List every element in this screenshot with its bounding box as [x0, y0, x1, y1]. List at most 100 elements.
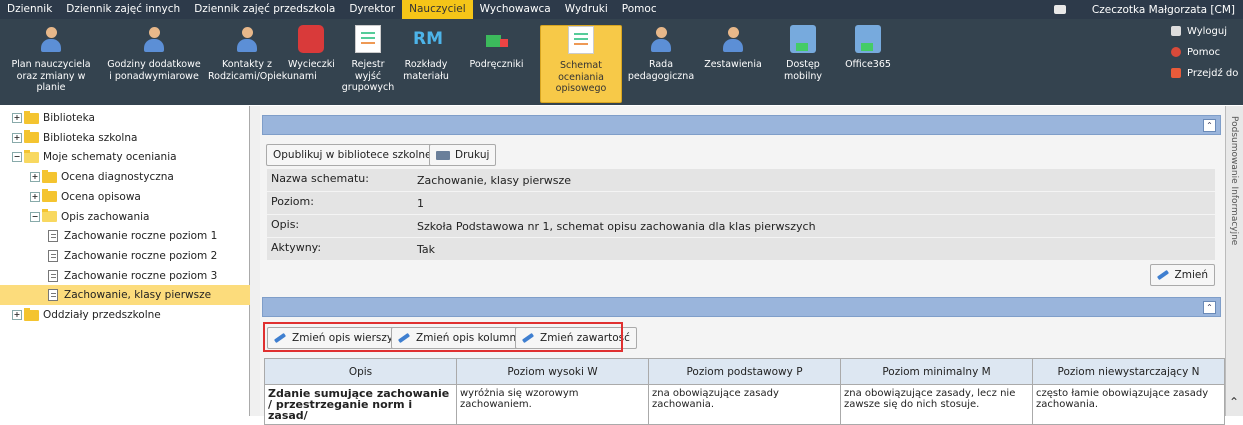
toolbar-button-label: Office365: [845, 59, 891, 70]
matrix-header-row: Opis Poziom wysoki W Poziom podstawowy P Po…: [264, 358, 1225, 385]
toolbar-button-4[interactable]: Rejestr wyjść grupowych: [338, 25, 398, 103]
toolbar-button-1[interactable]: Godziny dodatkowe i ponadwymiarowe: [104, 25, 204, 103]
publish-button[interactable]: Opublikuj w bibliotece szkolnej: [266, 144, 442, 166]
document-icon: [48, 289, 58, 302]
scroll-up-icon[interactable]: ⌃: [1227, 395, 1241, 409]
tree-node-label: Oddziały przedszkolne: [43, 309, 161, 321]
council-icon: [648, 25, 674, 53]
evaluation-matrix: Opis Poziom wysoki W Poziom podstawowy P Po…: [264, 358, 1225, 425]
tree-node[interactable]: + Biblioteka: [12, 108, 95, 128]
tree-node-label: Zachowanie roczne poziom 2: [64, 249, 218, 262]
tree-node[interactable]: Zachowanie roczne poziom 2: [48, 246, 217, 266]
user-name[interactable]: Czeczotka Małgorzata [CM]: [1092, 4, 1235, 16]
tree-node[interactable]: − Opis zachowania: [30, 207, 149, 227]
help-icon: [1171, 47, 1181, 57]
toolbar-button-2[interactable]: Kontakty z Rodzicami/Opiekunami: [206, 25, 317, 103]
toolbar-button-6[interactable]: Podręczniki: [455, 25, 538, 103]
toolbar-button-label: Podręczniki: [469, 59, 524, 70]
expand-node-icon[interactable]: +: [12, 113, 22, 123]
toolbar-button-0[interactable]: Plan nauczyciela oraz zmiany w planie: [0, 25, 102, 103]
statements-icon: [720, 25, 746, 53]
printer-icon: [436, 150, 450, 160]
matrix-cell[interactable]: zna obowiązujące zasady zachowania.: [648, 384, 841, 425]
tree-node[interactable]: + Ocena opisowa: [30, 187, 141, 207]
menu-item-5[interactable]: Wychowawca: [473, 0, 558, 19]
folder-icon: [24, 130, 39, 144]
extra-hours-icon: [141, 25, 167, 53]
toolbar-button-10[interactable]: Dostęp mobilny: [770, 25, 836, 103]
tree-node[interactable]: + Oddziały przedszkolne: [12, 305, 161, 325]
document-icon: [48, 249, 58, 262]
ribbon-toolbar: Plan nauczyciela oraz zmiany w planie God…: [0, 19, 1243, 105]
toolbar-button-label: Rejestr wyjść grupowych: [341, 59, 395, 93]
folder-icon: [24, 307, 39, 321]
mobile-icon: [790, 25, 816, 53]
expand-node-icon[interactable]: +: [30, 191, 40, 202]
expand-node-icon[interactable]: +: [12, 132, 22, 143]
tree-node[interactable]: − Moje schematy oceniania: [12, 147, 177, 167]
tree-node-label: Moje schematy oceniania: [43, 151, 177, 164]
help-button[interactable]: Pomoc: [1153, 43, 1243, 61]
evaluation-scheme-icon: [568, 26, 594, 54]
change-details-button[interactable]: Zmień: [1149, 264, 1215, 286]
toolbar-button-7[interactable]: Schemat oceniania opisowego: [540, 25, 622, 103]
matrix-cell[interactable]: Zdanie sumujące zachowanie / przestrzega…: [264, 384, 457, 425]
toolbar-button-label: Rozkłady materiału: [403, 59, 449, 82]
menu-item-6[interactable]: Wydruki: [558, 0, 615, 19]
backpack-icon: [298, 25, 324, 53]
menu-item-4[interactable]: Nauczyciel: [402, 0, 473, 19]
toolbar-button-3[interactable]: Wycieczki: [286, 25, 336, 103]
matrix-row: Zdanie sumujące zachowanie / przestrzega…: [264, 384, 1225, 425]
toolbar-button-5[interactable]: RM Rozkłady materiału: [400, 25, 452, 103]
toolbar-button-label: Godziny dodatkowe i ponadwymiarowe: [107, 59, 201, 82]
print-button[interactable]: Drukuj: [429, 144, 497, 166]
menu-item-7[interactable]: Pomoc: [615, 0, 664, 19]
message-icon[interactable]: [1053, 5, 1066, 14]
collapse-node-icon[interactable]: −: [30, 211, 40, 222]
logout-icon: [1171, 26, 1181, 36]
matrix-column-header: Poziom minimalny M: [840, 358, 1033, 385]
toolbar-button-11[interactable]: Office365: [838, 25, 898, 103]
folder-icon: [42, 209, 57, 222]
collapse-matrix-icon[interactable]: ⌃: [1203, 301, 1216, 314]
folder-icon: [24, 149, 39, 163]
group-exits-icon: [355, 25, 381, 53]
collapse-node-icon[interactable]: −: [12, 152, 22, 163]
folder-icon: [42, 169, 57, 183]
tree-node-label: Biblioteka szkolna: [43, 131, 138, 144]
menu-item-2[interactable]: Dziennik zajęć przedszkola: [187, 0, 342, 19]
matrix-cell[interactable]: zna obowiązujące zasady, lecz nie zawsze…: [840, 384, 1033, 425]
right-side-tab[interactable]: Podsumowanie Informacyjne: [1225, 106, 1243, 416]
tree-node[interactable]: Zachowanie, klasy pierwsze: [0, 285, 250, 306]
expand-node-icon[interactable]: +: [12, 310, 22, 320]
menu-item-1[interactable]: Dziennik zajęć innych: [59, 0, 187, 19]
matrix-panel-header: ⌃: [262, 297, 1221, 317]
matrix-cell[interactable]: wyróżnia się wzorowym zachowaniem.: [456, 384, 649, 425]
logout-button[interactable]: Wyloguj: [1153, 22, 1243, 40]
toolbar-button-8[interactable]: Rada pedagogiczna: [625, 25, 697, 103]
tree-node-label: Zachowanie roczne poziom 1: [64, 230, 218, 243]
menu-item-3[interactable]: Dyrektor: [342, 0, 402, 19]
toolbar-button-label: Rada pedagogiczna: [627, 59, 695, 82]
tree-node[interactable]: + Biblioteka szkolna: [12, 128, 137, 148]
splitter[interactable]: [250, 106, 260, 416]
toolbar-button-label: Kontakty z Rodzicami/Opiekunami: [208, 59, 317, 82]
tree-node[interactable]: Zachowanie roczne poziom 1: [48, 226, 217, 246]
highlight-box: [263, 322, 623, 352]
matrix-cell[interactable]: często łamie obowiązujące zasady zachowa…: [1032, 384, 1225, 425]
tree-node-label: Biblioteka: [43, 112, 95, 124]
expand-node-icon[interactable]: +: [30, 172, 40, 183]
toolbar-right-actions: Wyloguj Pomoc Przejdź do: [1153, 19, 1243, 105]
matrix-column-header: Opis: [264, 358, 457, 385]
collapse-details-icon[interactable]: ⌃: [1203, 119, 1216, 132]
document-icon: [48, 269, 58, 282]
toolbar-button-9[interactable]: Zestawienia: [700, 25, 766, 103]
edit-icon: [1156, 269, 1169, 281]
menu-item-0[interactable]: Dziennik: [0, 0, 59, 19]
goto-button[interactable]: Przejdź do: [1153, 64, 1243, 82]
tree-node[interactable]: Zachowanie roczne poziom 3: [48, 266, 217, 286]
tree-node[interactable]: + Ocena diagnostyczna: [30, 167, 174, 187]
tree-node-label: Zachowanie, klasy pierwsze: [64, 289, 212, 302]
tree-node-label: Ocena diagnostyczna: [61, 171, 174, 184]
folder-icon: [24, 110, 39, 124]
